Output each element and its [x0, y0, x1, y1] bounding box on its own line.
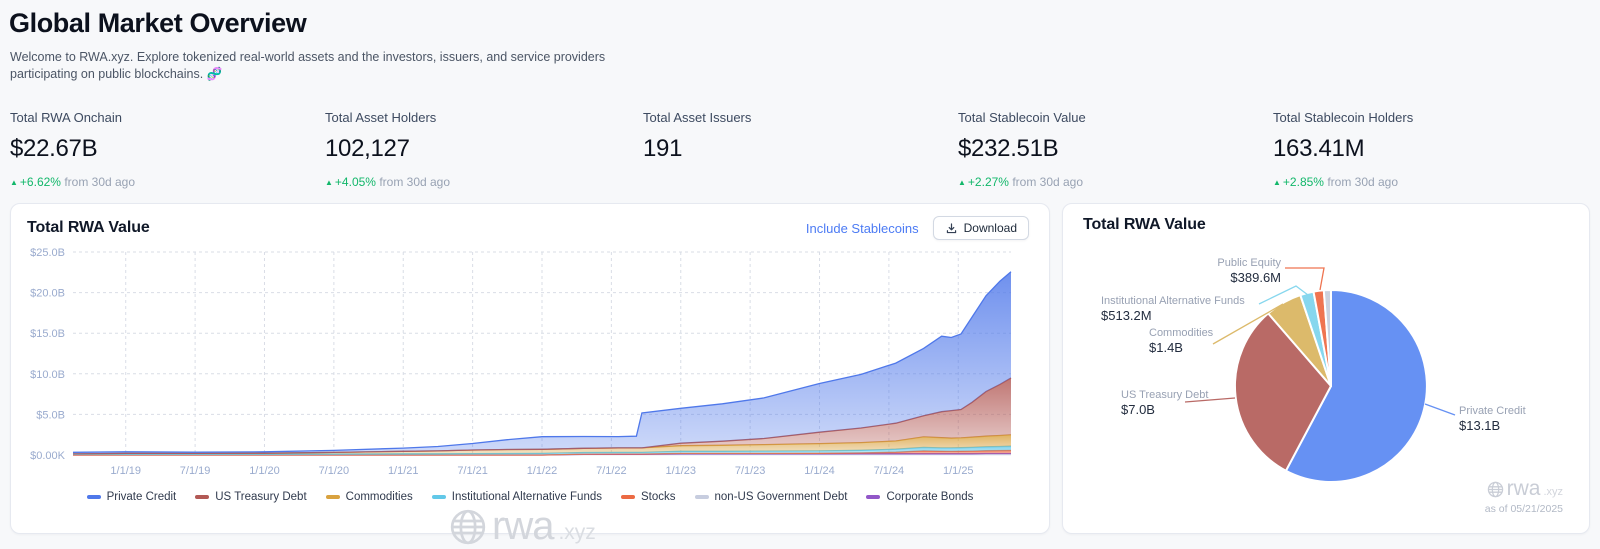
svg-text:7/1/23: 7/1/23 — [735, 465, 766, 477]
page-subtitle: Welcome to RWA.xyz. Explore tokenized re… — [10, 50, 606, 81]
svg-text:1/1/20: 1/1/20 — [249, 465, 280, 477]
svg-text:$15.0B: $15.0B — [30, 328, 65, 340]
pie-label-private-credit: Private Credit $13.1B — [1459, 405, 1526, 433]
as-of-date: as of 05/21/2025 — [1484, 503, 1563, 515]
stat-change: ▲ +2.27% from 30d ago — [958, 175, 1084, 189]
up-arrow-icon: ▲ — [325, 178, 333, 187]
legend-color-marker — [325, 495, 340, 499]
svg-text:1/1/19: 1/1/19 — [110, 465, 141, 477]
svg-text:1/1/21: 1/1/21 — [388, 465, 419, 477]
legend-item-non-us-government-debt[interactable]: non-US Government Debt — [694, 491, 847, 503]
stat-total-asset-holders: Total Asset Holders 102,127 ▲ +4.05% from… — [325, 110, 450, 189]
stat-value: 191 — [643, 135, 683, 162]
stat-total-asset-issuers: Total Asset Issuers 191 ▲ — [643, 110, 751, 163]
area-card-title: Total RWA Value — [27, 219, 150, 236]
stat-label: Total Asset Issuers — [643, 110, 752, 125]
legend-color-marker — [694, 495, 709, 499]
x-axis-labels: 1/1/19 7/1/19 1/1/20 7/1/20 1/1/21 7/1/21 1/1/… — [110, 465, 973, 477]
svg-text:1/1/25: 1/1/25 — [943, 465, 974, 477]
up-arrow-icon: ▲ — [10, 178, 18, 187]
svg-text:7/1/19: 7/1/19 — [180, 465, 211, 477]
stat-label: Total RWA Onchain — [10, 110, 122, 125]
pie-slices — [1233, 289, 1428, 483]
svg-text:1/1/24: 1/1/24 — [804, 465, 835, 477]
legend-item-commodities[interactable]: Commodities — [325, 491, 413, 503]
total-rwa-value-pie-card: Total RWA Value Public Equity $389.6M In… — [1062, 203, 1590, 534]
legend-color-marker — [195, 495, 210, 499]
stat-total-stablecoin-holders: Total Stablecoin Holders 163.41M ▲ +2.85%… — [1273, 110, 1413, 189]
download-button[interactable]: Download — [932, 216, 1029, 240]
total-rwa-value-area-card: Total RWA Value Include Stablecoins Down… — [10, 203, 1051, 548]
svg-text:$5.0B: $5.0B — [36, 409, 65, 421]
legend-item-corporate-bonds[interactable]: Corporate Bonds — [866, 491, 973, 503]
stat-label: Total Stablecoin Holders — [1273, 110, 1414, 125]
svg-text:$10.0B: $10.0B — [30, 369, 65, 381]
stat-label: Total Asset Holders — [325, 110, 437, 125]
up-arrow-icon: ▲ — [958, 178, 966, 187]
pie-label-institutional-alternative-funds: Institutional Alternative Funds $513.2M — [1101, 295, 1245, 323]
globe-icon — [1487, 481, 1503, 497]
svg-text:7/1/24: 7/1/24 — [874, 465, 905, 477]
legend-color-marker — [621, 495, 635, 499]
stat-value: $22.67B — [10, 135, 98, 162]
rwa-watermark: rwa .xyz as of 05/21/2025 — [1484, 477, 1563, 515]
stat-change: ▲ +6.62% from 30d ago — [10, 175, 136, 189]
legend-color-marker — [866, 495, 881, 499]
stat-value: 163.41M — [1273, 135, 1365, 162]
legend-item-us-treasury-debt[interactable]: US Treasury Debt — [195, 491, 307, 503]
svg-text:7/1/22: 7/1/22 — [596, 465, 627, 477]
svg-text:1/1/22: 1/1/22 — [527, 465, 558, 477]
stat-total-rwa-onchain: Total RWA Onchain $22.67B ▲ +6.62% from 3… — [10, 110, 135, 189]
stat-label: Total Stablecoin Value — [958, 110, 1086, 125]
legend-item-institutional-alternative-funds[interactable]: Institutional Alternative Funds — [431, 491, 602, 503]
stacked-area-chart[interactable]: $25.0B $20.0B $15.0B $10.0B $5.0B $0.00K 1/1/1… — [11, 242, 1051, 492]
svg-text:1/1/23: 1/1/23 — [665, 465, 696, 477]
stat-change: ▲ +2.85% from 30d ago — [1273, 175, 1399, 189]
rwa-watermark: rwa .xyz — [449, 504, 596, 549]
legend-color-marker — [86, 495, 101, 499]
up-arrow-icon: ▲ — [1273, 178, 1281, 187]
svg-text:7/1/21: 7/1/21 — [457, 465, 488, 477]
svg-text:$20.0B: $20.0B — [30, 288, 65, 300]
include-stablecoins-link[interactable]: Include Stablecoins — [806, 221, 919, 236]
stat-value: 102,127 — [325, 135, 410, 162]
download-icon — [946, 222, 956, 233]
pie-label-us-treasury-debt: US Treasury Debt $7.0B — [1121, 389, 1209, 417]
legend-item-stocks[interactable]: Stocks — [621, 491, 676, 503]
page-title: Global Market Overview — [9, 8, 307, 38]
legend-item-private-credit[interactable]: Private Credit — [86, 491, 176, 503]
stat-value: $232.51B — [958, 135, 1059, 162]
svg-text:$0.00K: $0.00K — [30, 450, 66, 462]
legend-color-marker — [431, 495, 446, 499]
svg-text:$25.0B: $25.0B — [30, 247, 65, 259]
stat-change: ▲ +4.05% from 30d ago — [325, 175, 451, 189]
y-axis-labels: $25.0B $20.0B $15.0B $10.0B $5.0B $0.00K — [30, 247, 66, 462]
pie-label-commodities: Commodities $1.4B — [1149, 327, 1214, 355]
pie-label-public-equity: Public Equity $389.6M — [1217, 257, 1281, 285]
chart-legend: Private Credit US Treasury Debt Commoditie… — [11, 491, 1049, 503]
stat-total-stablecoin-value: Total Stablecoin Value $232.51B ▲ +2.27% … — [958, 110, 1086, 189]
svg-text:7/1/20: 7/1/20 — [319, 465, 350, 477]
globe-icon — [450, 509, 486, 544]
